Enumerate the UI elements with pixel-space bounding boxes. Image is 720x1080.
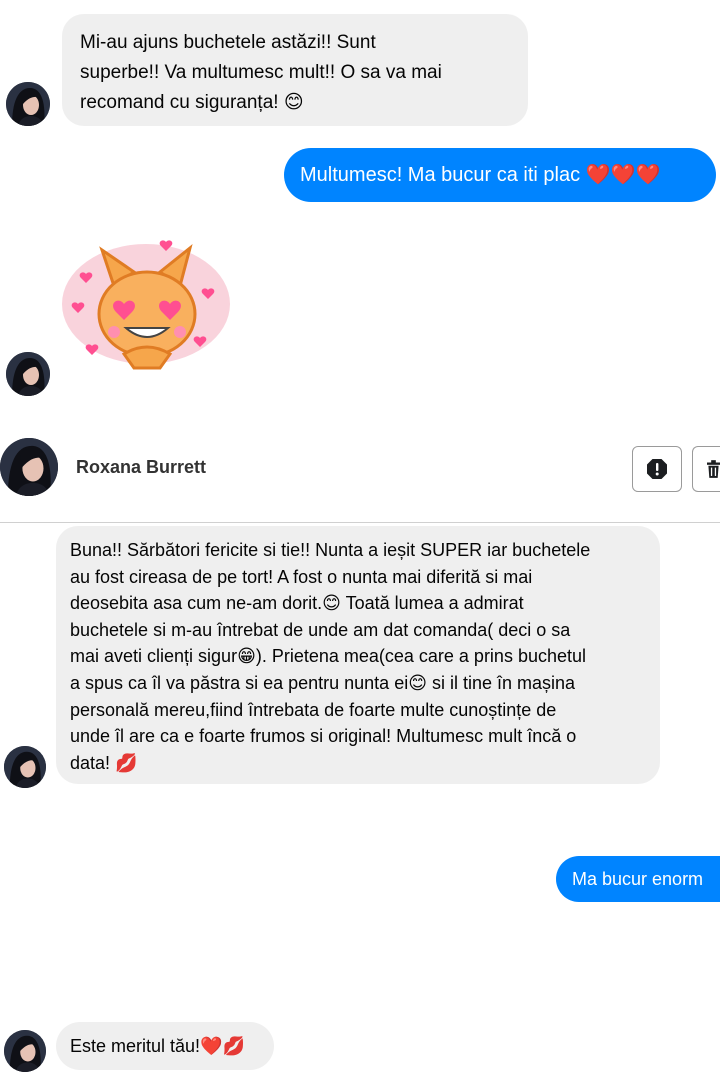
avatar[interactable] xyxy=(4,1030,46,1072)
avatar-image xyxy=(6,82,50,126)
cat-heart-eyes-sticker[interactable] xyxy=(62,234,232,370)
avatar-image xyxy=(0,438,58,496)
trash-icon xyxy=(707,460,720,478)
incoming-message-bubble: Mi-au ajuns buchetele astăzi!! Sunt supe… xyxy=(62,14,528,126)
avatar-image xyxy=(4,1030,46,1072)
incoming-message-bubble: Buna!! Sărbători fericite si tie!! Nunta… xyxy=(56,526,660,784)
avatar[interactable] xyxy=(4,746,46,788)
exclamation-octagon-icon xyxy=(647,459,667,479)
contact-name[interactable]: Roxana Burrett xyxy=(76,457,206,478)
profile-avatar[interactable] xyxy=(0,438,58,496)
avatar-image xyxy=(6,352,50,396)
outgoing-message-bubble: Multumesc! Ma bucur ca iti plac ❤️❤️❤️ xyxy=(284,148,716,202)
delete-button[interactable] xyxy=(692,446,720,492)
report-button[interactable] xyxy=(632,446,682,492)
divider xyxy=(0,522,720,523)
outgoing-message-bubble: Ma bucur enorm xyxy=(556,856,720,902)
avatar[interactable] xyxy=(6,352,50,396)
avatar[interactable] xyxy=(6,82,50,126)
incoming-message-bubble: Este meritul tău!❤️💋 xyxy=(56,1022,274,1070)
avatar-image xyxy=(4,746,46,788)
